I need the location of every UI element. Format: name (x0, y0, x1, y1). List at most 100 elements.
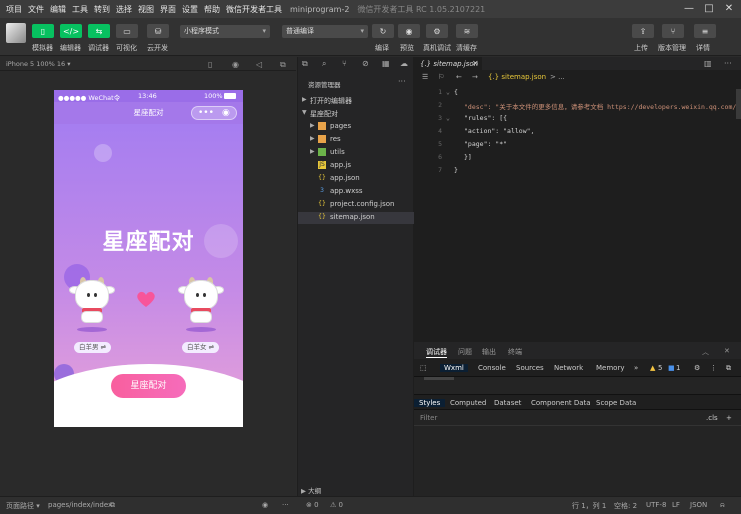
close-tab-icon[interactable]: ✕ (472, 59, 479, 68)
cloud-icon[interactable]: ⛁ (147, 24, 169, 38)
match-button[interactable]: 星座配对 (111, 374, 186, 398)
menu-settings[interactable]: 设置 (182, 4, 198, 15)
tab-styles[interactable]: Styles (414, 399, 446, 407)
editor-toggle-icon[interactable]: </> (60, 24, 82, 38)
encoding[interactable]: UTF-8 (646, 501, 666, 509)
compile-select[interactable]: 普通编译 ▾ (282, 25, 368, 38)
upload-icon[interactable]: ⇪ (632, 24, 654, 38)
dock-icon[interactable]: ⧉ (726, 364, 731, 373)
more-tabs-icon[interactable]: » (634, 364, 638, 372)
menu-tools[interactable]: 工具 (72, 4, 88, 15)
cloud-icon[interactable]: ☁ (400, 59, 408, 68)
warning-count[interactable]: ⚠ 0 (330, 501, 343, 509)
collapse-icon[interactable]: ︿ (702, 347, 709, 357)
capsule-menu[interactable]: ••• ◉ (191, 106, 237, 120)
minimize-icon[interactable]: — (682, 2, 696, 16)
compile-icon[interactable]: ↻ (372, 24, 394, 38)
add-rule-icon[interactable]: + (726, 414, 732, 422)
record-icon[interactable]: ◉ (232, 60, 239, 69)
files-icon[interactable]: ⧉ (302, 59, 308, 69)
warning-icon[interactable]: ▲ (650, 364, 655, 372)
preview-icon[interactable]: ◉ (398, 24, 420, 38)
tab-memory[interactable]: Memory (596, 364, 624, 372)
debugger-toggle-icon[interactable]: ⇆ (88, 24, 110, 38)
tab-terminal[interactable]: 终端 (508, 347, 522, 357)
tab-dataset[interactable]: Dataset (494, 399, 521, 407)
tab-wxml[interactable]: Wxml (440, 364, 468, 372)
close-icon[interactable]: ✕ (722, 2, 736, 16)
open-editors-section[interactable]: ▶ 打开的编辑器 (298, 95, 415, 107)
close-miniprogram-icon[interactable]: ◉ (222, 102, 230, 124)
device-select[interactable]: iPhone 5 100% 16 ▾ (6, 60, 70, 68)
popout-icon[interactable]: ⧉ (280, 60, 286, 70)
tab-computed[interactable]: Computed (450, 399, 486, 407)
editor-scrollbar[interactable] (736, 89, 741, 119)
tab-console[interactable]: Console (478, 364, 506, 372)
debug-icon[interactable]: ⊘ (362, 59, 369, 68)
menu-file[interactable]: 文件 (28, 4, 44, 15)
error-count[interactable]: ⊗ 0 (306, 501, 319, 509)
code-editor[interactable]: 1 ⌄ { 2 "desc": "关于本文件的更多信息，请参考文档 https:/… (414, 85, 741, 341)
eol[interactable]: LF (672, 501, 680, 509)
tree-item-app-json[interactable]: {} app.json (298, 173, 415, 185)
more-icon[interactable]: ••• (198, 102, 214, 124)
forward-icon[interactable]: → (472, 73, 478, 81)
gear-icon[interactable]: ⚙ (694, 364, 700, 372)
cursor-position[interactable]: 行 1，列 1 (572, 501, 606, 511)
more-icon[interactable]: ··· (282, 501, 289, 509)
tab-output[interactable]: 输出 (482, 347, 496, 357)
info-icon[interactable]: ■ (668, 364, 675, 372)
menu-select[interactable]: 选择 (116, 4, 132, 15)
tree-item-res[interactable]: ▶ res (298, 134, 415, 146)
search-icon[interactable]: ⌕ (322, 59, 326, 69)
breadcrumb-file[interactable]: {.} sitemap.json (488, 73, 546, 81)
right-sign-selector[interactable]: 白羊女 ⇌ (182, 342, 220, 353)
detail-icon[interactable]: ≡ (694, 24, 716, 38)
volume-icon[interactable]: ◁ (256, 60, 262, 69)
wxml-tree[interactable] (414, 377, 741, 394)
menu-project[interactable]: 项目 (6, 4, 22, 15)
menu-view[interactable]: 视图 (138, 4, 154, 15)
tree-item-pages[interactable]: ▶ pages (298, 121, 415, 133)
menu-help[interactable]: 帮助 (204, 4, 220, 15)
simulator-toggle-icon[interactable]: ▯ (32, 24, 54, 38)
clearcache-icon[interactable]: ≋ (456, 24, 478, 38)
inspect-icon[interactable]: ⬚ (420, 364, 427, 372)
outline-section[interactable]: ▶ 大纲 (297, 485, 414, 496)
tree-item-app-js[interactable]: JS app.js (298, 160, 415, 172)
bell-icon[interactable]: ⍾ (720, 501, 725, 510)
bookmark-icon[interactable]: ⚐ (438, 73, 444, 81)
menu-wechat-devtools[interactable]: 微信开发者工具 (226, 4, 282, 15)
tab-problems[interactable]: 问题 (458, 347, 472, 357)
tree-item-app-wxss[interactable]: 3 app.wxss (298, 186, 415, 198)
bookmark-list-icon[interactable]: ☰ (422, 73, 428, 81)
copy-icon[interactable]: ⧉ (110, 501, 115, 510)
menu-goto[interactable]: 转到 (94, 4, 110, 15)
language-mode[interactable]: JSON (690, 501, 707, 509)
tab-sources[interactable]: Sources (516, 364, 544, 372)
split-editor-icon[interactable]: ▥ (704, 59, 712, 68)
tab-scope-data[interactable]: Scope Data (596, 399, 636, 407)
visual-icon[interactable]: ▭ (116, 24, 138, 38)
left-sign-selector[interactable]: 白羊男 ⇌ (74, 342, 112, 353)
pointer-icon[interactable]: ▯ (208, 60, 212, 69)
project-section[interactable]: ▼ 星座配对 (298, 108, 415, 120)
more-icon[interactable]: ··· (724, 59, 732, 68)
indent-spaces[interactable]: 空格: 2 (614, 501, 637, 511)
eye-icon[interactable]: ◉ (262, 501, 268, 509)
tab-network[interactable]: Network (554, 364, 583, 372)
version-icon[interactable]: ⑂ (662, 24, 684, 38)
mode-select[interactable]: 小程序模式 ▾ (180, 25, 270, 38)
close-panel-icon[interactable]: ✕ (724, 347, 730, 355)
filter-input[interactable]: Filter (420, 414, 437, 422)
realdevice-icon[interactable]: ⚙ (426, 24, 448, 38)
cls-toggle[interactable]: .cls (706, 414, 718, 422)
maximize-icon[interactable]: □ (702, 2, 716, 16)
extensions-icon[interactable]: ▦ (382, 59, 390, 68)
breadcrumb-more[interactable]: > ... (550, 73, 565, 81)
more-icon[interactable]: ··· (398, 77, 406, 86)
tree-item-sitemap[interactable]: {} sitemap.json (298, 212, 415, 224)
source-control-icon[interactable]: ⑂ (342, 59, 347, 68)
tab-debugger[interactable]: 调试器 (426, 347, 447, 358)
menu-edit[interactable]: 编辑 (50, 4, 66, 15)
